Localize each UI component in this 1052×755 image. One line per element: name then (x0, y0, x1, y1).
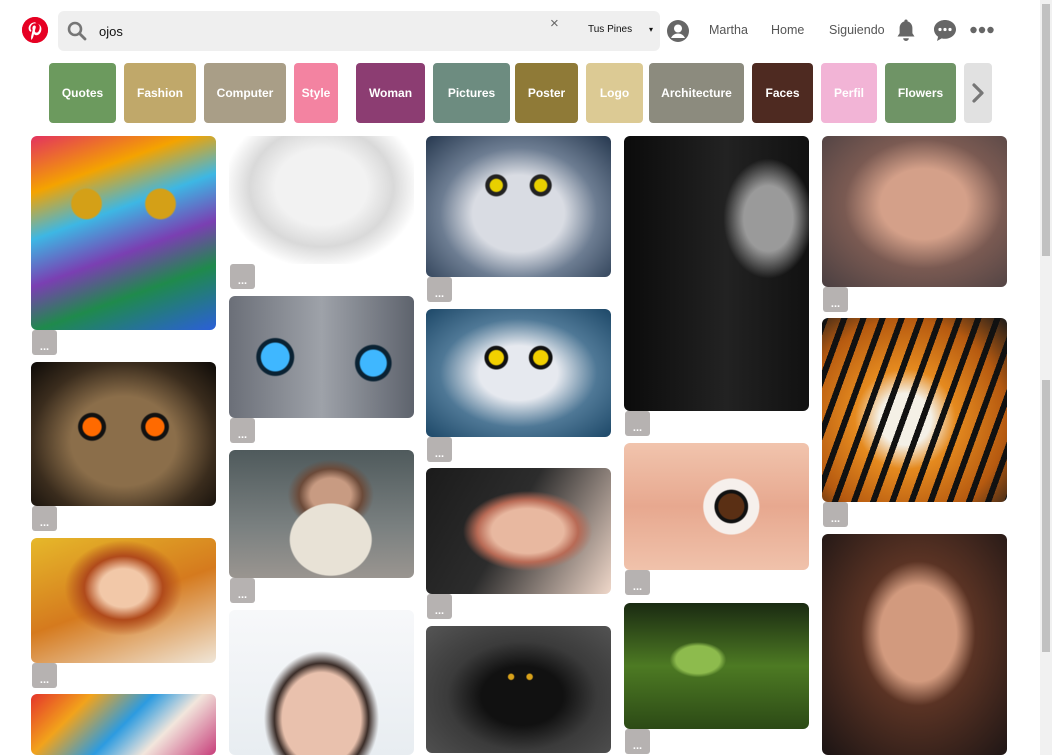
category-pill-architecture[interactable]: Architecture (649, 63, 744, 123)
pin-eagle-owl[interactable] (31, 362, 216, 506)
pin-painted-hands[interactable] (31, 694, 216, 755)
pin-more-button[interactable]: ... (625, 729, 650, 754)
category-pill-faces[interactable]: Faces (752, 63, 813, 123)
pin-more-button[interactable]: ... (230, 578, 255, 603)
pin-more-button[interactable]: ... (32, 506, 57, 531)
pin-owl-in-snow[interactable] (426, 309, 611, 437)
page-scrollbar[interactable] (1040, 0, 1052, 755)
pin-bw-woman-portrait[interactable] (229, 136, 414, 264)
pin-more-button[interactable]: ... (427, 277, 452, 302)
category-pill-flowers[interactable]: Flowers (885, 63, 956, 123)
pinterest-logo-icon[interactable] (22, 17, 48, 43)
top-bar: × Tus Pines ▾ Martha Home Siguiendo (0, 0, 1040, 60)
pin-woman-smoky-eyes[interactable] (229, 610, 414, 755)
chat-bubble-icon[interactable] (933, 19, 957, 42)
nav-home-link[interactable]: Home (771, 23, 804, 37)
scrollbar-thumb[interactable] (1042, 4, 1050, 256)
pin-frog-leaf[interactable] (624, 603, 809, 729)
pin-more-button[interactable]: ... (427, 594, 452, 619)
categories-next-button[interactable] (964, 63, 992, 123)
pin-more-button[interactable]: ... (32, 663, 57, 688)
pin-snowy-owl[interactable] (426, 136, 611, 277)
category-pill-woman[interactable]: Woman (356, 63, 425, 123)
pin-asian-woman-portrait[interactable] (822, 534, 1007, 755)
category-pill-quotes[interactable]: Quotes (49, 63, 116, 123)
category-pill-pictures[interactable]: Pictures (433, 63, 510, 123)
pin-woman-makeup-portrait[interactable] (822, 136, 1007, 287)
pin-woman-blue-eyes-hand[interactable] (426, 468, 611, 594)
pin-more-button[interactable]: ... (823, 287, 848, 312)
chevron-down-icon[interactable]: ▾ (649, 25, 653, 34)
nav-user-link[interactable]: Martha (709, 23, 748, 37)
nav-following-link[interactable]: Siguiendo (829, 23, 885, 37)
category-pill-computer[interactable]: Computer (204, 63, 286, 123)
pin-more-button[interactable]: ... (230, 264, 255, 289)
category-pill-style[interactable]: Style (294, 63, 338, 123)
pin-redhead-woman[interactable] (31, 538, 216, 663)
pin-more-button[interactable]: ... (823, 502, 848, 527)
category-pill-logo[interactable]: Logo (586, 63, 643, 123)
clear-search-button[interactable]: × (550, 15, 559, 32)
pin-more-button[interactable]: ... (625, 411, 650, 436)
pin-woman-sweater[interactable] (229, 450, 414, 578)
more-dots-icon[interactable] (970, 25, 994, 35)
search-bar[interactable]: × Tus Pines ▾ (58, 11, 660, 51)
pin-bw-woman-profile[interactable] (624, 136, 809, 411)
category-pill-poster[interactable]: Poster (515, 63, 578, 123)
pin-rainbow-painted-face[interactable] (31, 136, 216, 330)
pin-black-cat[interactable] (426, 626, 611, 753)
category-pill-fashion[interactable]: Fashion (124, 63, 196, 123)
pin-cat-blue-eyes[interactable] (229, 296, 414, 418)
chevron-right-icon (972, 83, 984, 103)
pin-more-button[interactable]: ... (32, 330, 57, 355)
bell-icon[interactable] (895, 18, 917, 42)
search-icon (67, 21, 87, 41)
pin-more-button[interactable]: ... (625, 570, 650, 595)
search-scope-select[interactable]: Tus Pines (588, 24, 632, 35)
scrollbar-thumb-lower[interactable] (1042, 380, 1050, 652)
pin-more-button[interactable]: ... (230, 418, 255, 443)
user-avatar-icon[interactable] (666, 19, 690, 43)
pin-tiger[interactable] (822, 318, 1007, 502)
category-pill-perfil[interactable]: Perfil (821, 63, 877, 123)
pin-eye-closeup[interactable] (624, 443, 809, 570)
pin-more-button[interactable]: ... (427, 437, 452, 462)
search-input[interactable] (99, 21, 479, 41)
